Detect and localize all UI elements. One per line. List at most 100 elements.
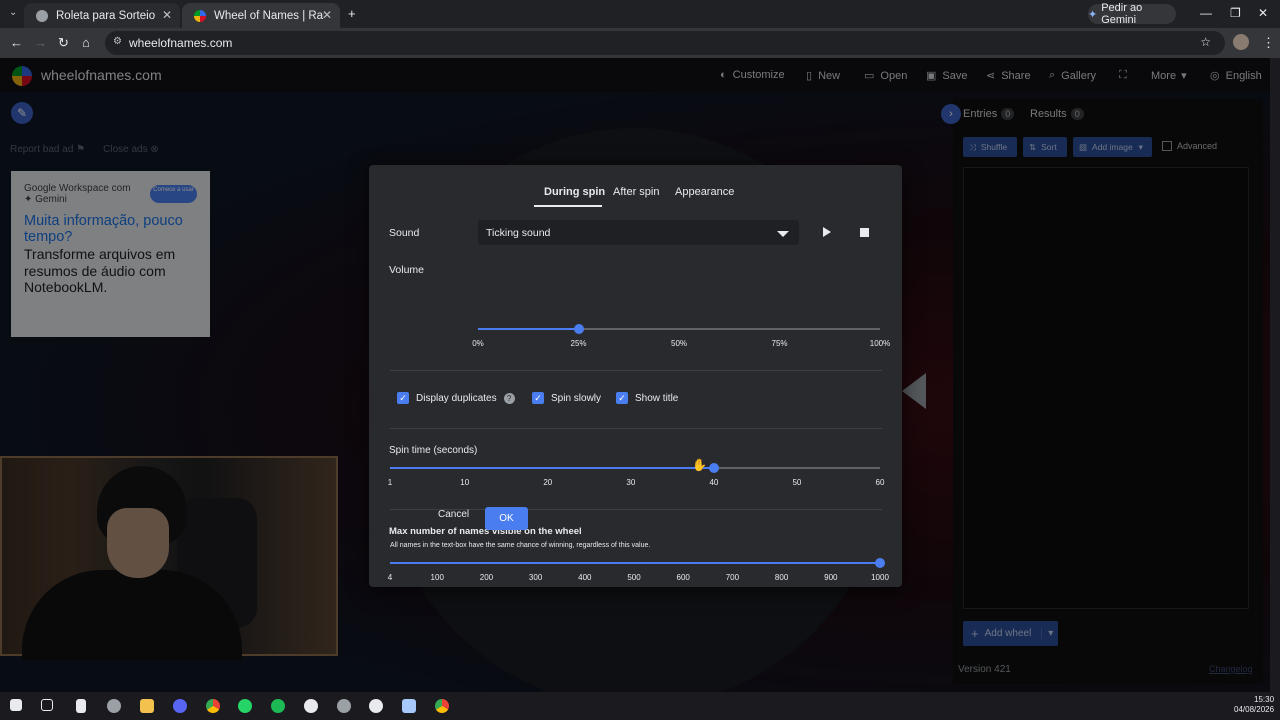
- spin-slowly-checkbox[interactable]: ✓ Spin slowly: [532, 392, 601, 404]
- max-names-fill: [390, 562, 880, 564]
- forward-icon[interactable]: →: [34, 35, 47, 50]
- slider-tick-label: 100: [430, 573, 444, 582]
- checkbox-checked-icon: ✓: [532, 392, 544, 404]
- slider-tick-label: 10: [460, 478, 470, 487]
- slider-tick-label: 75%: [771, 339, 788, 348]
- stop-icon[interactable]: [860, 228, 869, 237]
- volume-slider[interactable]: [478, 324, 880, 334]
- slider-tick-label: 900: [824, 573, 838, 582]
- sound-select[interactable]: Ticking sound: [478, 220, 799, 245]
- slider-tick-label: 1: [387, 478, 393, 487]
- close-icon[interactable]: ✕: [322, 8, 332, 22]
- checkbox-checked-icon: ✓: [616, 392, 628, 404]
- checkbox-checked-icon: ✓: [397, 392, 409, 404]
- tab-roleta[interactable]: Roleta para Sorteio ✕: [24, 3, 180, 28]
- display-duplicates-checkbox[interactable]: ✓ Display duplicates?: [397, 392, 515, 404]
- tab-during-spin[interactable]: During spin: [544, 186, 605, 198]
- slider-tick-label: 50%: [670, 339, 688, 348]
- profile-avatar[interactable]: [1233, 34, 1249, 50]
- slider-tick-label: 300: [528, 573, 543, 582]
- active-tab-indicator: [534, 205, 602, 207]
- spin-time-label: Spin time (seconds): [389, 445, 478, 456]
- slider-tick-label: 30: [626, 478, 636, 487]
- windows-taskbar: 15:30 04/08/2026: [0, 692, 1280, 720]
- spin-time-fill: [390, 467, 714, 469]
- notepad-icon[interactable]: [76, 699, 86, 713]
- reload-icon[interactable]: ↻: [58, 35, 69, 51]
- address-bar-row: ← → ↻ ⌂ ⚙ wheelofnames.com ☆ ⋮: [0, 28, 1280, 58]
- help-icon: ?: [503, 392, 515, 404]
- sound-label: Sound: [389, 227, 420, 239]
- slider-tick-label: 1000: [871, 573, 889, 582]
- divider: [390, 370, 882, 371]
- gemini-button[interactable]: ✦ Pedir ao Gemini: [1088, 2, 1176, 26]
- chrome-icon[interactable]: [435, 699, 449, 713]
- task-view-icon[interactable]: [41, 699, 53, 711]
- tab-appearance[interactable]: Appearance: [675, 186, 734, 198]
- slider-tick-label: 400: [578, 573, 592, 582]
- slider-tick-label: 50: [792, 478, 802, 487]
- browser-menu-icon[interactable]: ⋮: [1262, 35, 1275, 51]
- bookmark-star-icon[interactable]: ☆: [1200, 35, 1211, 49]
- windows-start-icon[interactable]: [10, 699, 22, 711]
- window-close-icon[interactable]: ✕: [1258, 6, 1268, 20]
- home-icon[interactable]: ⌂: [82, 35, 90, 50]
- wheel-favicon-icon: [194, 9, 206, 22]
- system-clock[interactable]: 15:30 04/08/2026: [1234, 695, 1274, 715]
- minimize-icon[interactable]: —: [1200, 6, 1212, 20]
- slider-tick-label: 500: [627, 573, 641, 582]
- spotify-icon[interactable]: [271, 699, 285, 713]
- whatsapp-icon[interactable]: [238, 699, 252, 713]
- tab-after-spin[interactable]: After spin: [613, 186, 659, 198]
- dropdown-caret-icon: [777, 231, 789, 237]
- tab-title: Wheel of Names | Random nam: [214, 9, 324, 22]
- discord-icon[interactable]: [173, 699, 187, 713]
- max-names-slider[interactable]: [390, 558, 885, 568]
- restore-icon[interactable]: ❐: [1230, 6, 1241, 20]
- slider-tick-label: 20: [543, 478, 553, 487]
- page: wheelofnames.com ◐ Customize ▯ New ▭ Open ▣…: [0, 58, 1280, 692]
- tab-search-icon[interactable]: ⌄: [9, 7, 17, 18]
- grab-cursor-icon: ✋: [692, 458, 707, 472]
- slider-tick-label: 700: [725, 573, 740, 582]
- customize-dialog: During spin After spin Appearance Sound …: [369, 165, 902, 587]
- slider-tick-label: 600: [676, 573, 690, 582]
- chrome-icon[interactable]: [206, 699, 220, 713]
- app-icon[interactable]: [337, 699, 351, 713]
- globe-icon: [36, 9, 48, 22]
- slider-tick-label: 4: [387, 573, 393, 582]
- slider-tick-label: 25%: [570, 339, 587, 348]
- volume-fill: [478, 328, 579, 330]
- cancel-button[interactable]: Cancel: [438, 509, 469, 520]
- volume-thumb[interactable]: [573, 324, 584, 334]
- app-icon[interactable]: [304, 699, 318, 713]
- slider-tick-label: 800: [774, 573, 789, 582]
- new-tab-icon[interactable]: +: [348, 6, 356, 21]
- max-names-description: All names in the text-box have the same …: [390, 542, 651, 549]
- volume-label: Volume: [389, 264, 425, 276]
- play-icon[interactable]: [823, 227, 831, 237]
- url-input[interactable]: ⚙ wheelofnames.com ☆: [105, 31, 1225, 55]
- file-explorer-icon[interactable]: [140, 699, 154, 713]
- tab-wheel-of-names[interactable]: Wheel of Names | Random nam ✕: [182, 3, 340, 28]
- back-icon[interactable]: ←: [10, 35, 23, 50]
- app-icon[interactable]: [107, 699, 121, 713]
- show-title-checkbox[interactable]: ✓ Show title: [616, 392, 678, 404]
- slider-tick-label: 0%: [472, 339, 484, 348]
- gemini-icon: ✦: [1088, 8, 1098, 21]
- app-icon[interactable]: [402, 699, 416, 713]
- site-info-icon[interactable]: ⚙: [113, 36, 122, 47]
- tab-title: Roleta para Sorteio: [56, 9, 156, 22]
- slider-tick-label: 100%: [869, 339, 891, 348]
- obs-icon[interactable]: [369, 699, 383, 713]
- ok-button[interactable]: OK: [485, 507, 528, 530]
- close-icon[interactable]: ✕: [162, 8, 172, 22]
- spin-time-slider[interactable]: [390, 463, 880, 473]
- page-scrollbar[interactable]: [1270, 58, 1280, 692]
- slider-tick-label: 40: [709, 478, 719, 487]
- slider-tick-label: 60: [875, 478, 885, 487]
- divider: [390, 428, 882, 429]
- max-names-thumb[interactable]: [875, 558, 885, 568]
- slider-tick-label: 200: [479, 573, 494, 582]
- spin-time-thumb[interactable]: [708, 463, 719, 473]
